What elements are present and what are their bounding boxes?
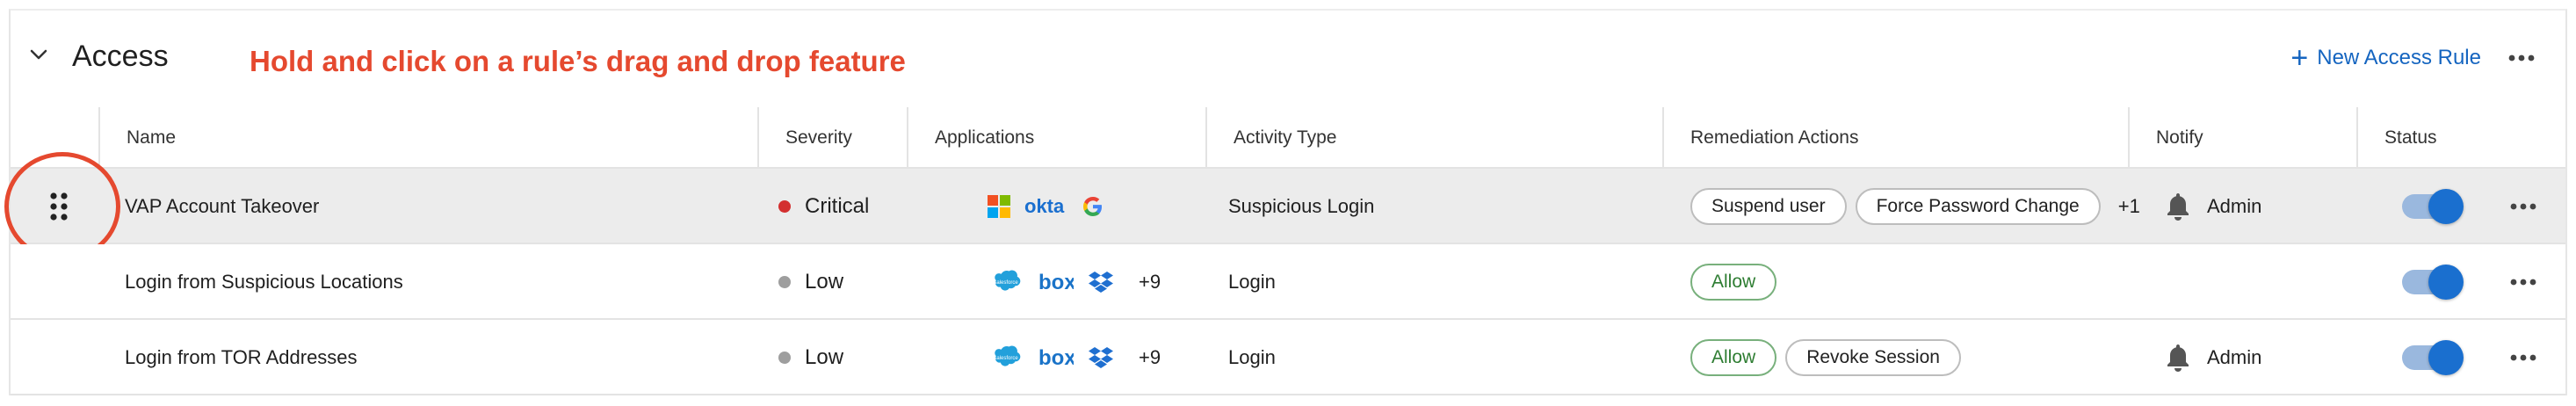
status-toggle[interactable]	[2402, 340, 2464, 375]
row-actions-cell	[2506, 169, 2541, 244]
severity-cell: Low	[778, 244, 843, 320]
drag-handle-icon[interactable]	[11, 169, 107, 244]
remediation-chip[interactable]: Suspend user	[1690, 188, 1847, 225]
access-panel: Access Hold and click on a rule’s drag a…	[4, 9, 2567, 395]
more-horizontal-icon[interactable]	[2506, 340, 2541, 375]
remediation-chip[interactable]: Force Password Change	[1855, 188, 2101, 225]
column-header-severity[interactable]: Severity	[757, 107, 907, 169]
activity-type: Login	[1228, 271, 1276, 293]
svg-text:salesforce: salesforce	[994, 356, 1018, 361]
activity-type: Suspicious Login	[1228, 195, 1375, 217]
severity-dot	[778, 352, 791, 364]
dropbox-icon	[1088, 263, 1114, 301]
notify-cell: Admin	[2165, 320, 2261, 395]
remediation-chip[interactable]: Allow	[1690, 339, 1777, 376]
row-actions-cell	[2506, 244, 2541, 320]
instruction-annotation: Hold and click on a rule’s drag and drop…	[250, 45, 906, 77]
severity-cell: Low	[778, 320, 843, 395]
remediation-chip[interactable]: Revoke Session	[1785, 339, 1961, 376]
column-header-notify[interactable]: Notify	[2128, 107, 2356, 169]
row-actions-cell	[2506, 320, 2541, 395]
dropbox-icon	[1088, 338, 1114, 377]
applications-more-count[interactable]: +9	[1139, 346, 1161, 369]
table-header-row: Name Severity Applications Activity Type…	[11, 107, 2565, 169]
remediation-chip[interactable]: Allow	[1690, 264, 1777, 301]
more-horizontal-icon[interactable]	[2506, 265, 2541, 300]
more-horizontal-icon[interactable]	[2504, 40, 2539, 76]
remediation-actions-cell: Allow Revoke Session	[1690, 320, 1970, 395]
salesforce-icon: salesforce	[988, 338, 1024, 377]
column-header-remediation-actions[interactable]: Remediation Actions	[1662, 107, 2128, 169]
new-access-rule-button[interactable]: + New Access Rule	[2290, 40, 2481, 76]
rule-name[interactable]: Login from Suspicious Locations	[125, 244, 403, 320]
remediation-more-count[interactable]: +1	[2118, 195, 2140, 218]
rule-name[interactable]: VAP Account Takeover	[125, 169, 319, 244]
app-root: Access Hold and click on a rule’s drag a…	[0, 0, 2576, 406]
toggle-knob	[2428, 340, 2464, 375]
table-body: VAP Account Takeover Critical okta Suspicio…	[4, 152, 2565, 395]
column-header-activity-type[interactable]: Activity Type	[1205, 107, 1662, 169]
status-cell	[2402, 320, 2464, 395]
access-rules-table: Name Severity Applications Activity Type…	[4, 107, 2565, 395]
chevron-down-icon[interactable]	[21, 37, 56, 72]
severity-label: Low	[805, 270, 844, 294]
plus-icon: +	[2290, 41, 2309, 75]
applications-cell: okta	[988, 169, 1105, 244]
notify-cell: Admin	[2165, 169, 2261, 244]
severity-label: Critical	[805, 194, 870, 218]
status-toggle[interactable]	[2402, 189, 2464, 224]
box-icon: box	[1038, 263, 1074, 301]
severity-dot	[778, 200, 791, 213]
severity-dot	[778, 276, 791, 288]
svg-text:box: box	[1038, 271, 1074, 294]
activity-type: Login	[1228, 346, 1276, 368]
svg-text:salesforce: salesforce	[994, 280, 1018, 286]
okta-icon: okta	[1024, 187, 1067, 226]
microsoft-icon	[988, 187, 1010, 226]
table-row[interactable]: Login from TOR Addresses Low salesforce box…	[11, 320, 2565, 395]
remediation-actions-cell: Suspend user Force Password Change +1	[1690, 169, 2140, 244]
more-horizontal-icon[interactable]	[2506, 189, 2541, 224]
severity-label: Low	[805, 345, 844, 369]
section-title: Access	[72, 40, 169, 73]
toggle-knob	[2428, 265, 2464, 300]
column-header-status[interactable]: Status	[2356, 107, 2514, 169]
salesforce-icon: salesforce	[988, 263, 1024, 301]
google-icon	[1081, 187, 1105, 226]
status-toggle[interactable]	[2402, 265, 2464, 300]
status-cell	[2402, 244, 2464, 320]
status-cell	[2402, 169, 2464, 244]
applications-cell: salesforce box +9	[988, 320, 1161, 395]
applications-cell: salesforce box +9	[988, 244, 1161, 320]
toggle-knob	[2428, 189, 2464, 224]
box-icon: box	[1038, 338, 1074, 377]
column-header-name[interactable]: Name	[98, 107, 757, 169]
svg-text:box: box	[1038, 346, 1074, 369]
new-access-rule-label: New Access Rule	[2317, 46, 2481, 69]
column-header-applications[interactable]: Applications	[907, 107, 1205, 169]
remediation-actions-cell: Allow	[1690, 244, 1785, 320]
bell-icon	[2165, 192, 2191, 221]
notify-recipient: Admin	[2207, 195, 2262, 217]
table-row[interactable]: VAP Account Takeover Critical okta Suspicio…	[4, 152, 2565, 261]
applications-more-count[interactable]: +9	[1139, 271, 1161, 294]
svg-text:okta: okta	[1024, 195, 1065, 217]
bell-icon	[2165, 343, 2191, 373]
rule-name[interactable]: Login from TOR Addresses	[125, 320, 358, 395]
severity-cell: Critical	[778, 169, 869, 244]
table-row[interactable]: Login from Suspicious Locations Low salesf…	[11, 244, 2565, 320]
notify-recipient: Admin	[2207, 346, 2262, 368]
